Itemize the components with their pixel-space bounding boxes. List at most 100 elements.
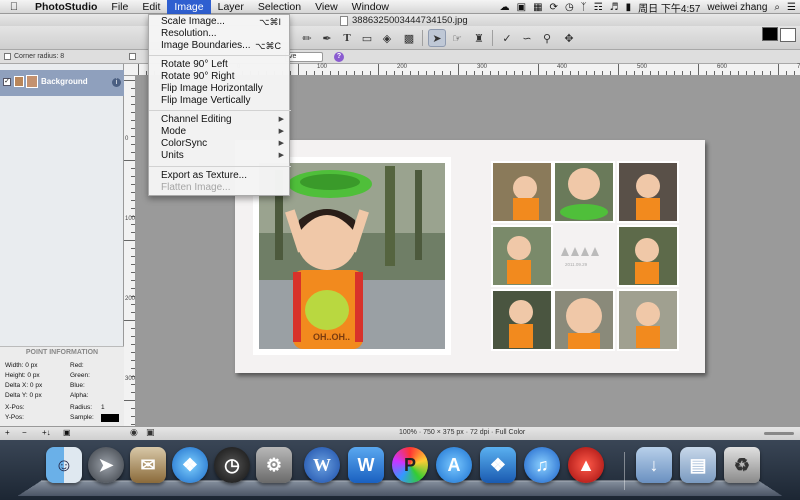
document-icon bbox=[340, 15, 348, 26]
zoom-tool-icon[interactable]: ⚲ bbox=[538, 29, 556, 47]
antialias-checkbox[interactable] bbox=[129, 53, 136, 60]
ruler-tick bbox=[538, 64, 539, 75]
eye-icon[interactable]: ◉ bbox=[130, 428, 138, 438]
sample-color-swatch bbox=[101, 414, 119, 422]
app-store-icon[interactable]: A bbox=[436, 447, 472, 483]
point-info-title: POINT INFORMATION bbox=[25, 349, 99, 356]
documents-icon[interactable]: ▤ bbox=[680, 447, 716, 483]
volume-icon[interactable]: ♬ bbox=[610, 2, 619, 13]
layer-row-background[interactable]: ✓ Background i bbox=[0, 70, 124, 96]
mail-icon[interactable]: ✉ bbox=[130, 447, 166, 483]
ruler-tick bbox=[131, 304, 135, 305]
menu-item-flip-horizontal[interactable]: Flip Image Horizontally bbox=[149, 83, 291, 95]
corner-radius-label: Corner radius: 8 bbox=[14, 53, 65, 60]
menu-view[interactable]: View bbox=[308, 0, 345, 14]
ruler-tick bbox=[618, 64, 619, 75]
ruler-tick bbox=[626, 71, 627, 75]
ruler-tick bbox=[131, 408, 135, 409]
view-mode-icon[interactable]: ▣ bbox=[146, 428, 155, 438]
menu-item-units[interactable]: Units ▶ bbox=[149, 150, 291, 162]
menu-item-resolution[interactable]: Resolution... bbox=[149, 28, 291, 40]
arrow-tool-icon[interactable]: ➤ bbox=[428, 29, 446, 47]
dashboard-icon[interactable]: ◷ bbox=[214, 447, 250, 483]
ruler-tick bbox=[474, 71, 475, 75]
layer-visibility-checkbox[interactable]: ✓ bbox=[3, 78, 11, 86]
ruler-tick bbox=[131, 424, 135, 425]
menu-item-scale-image[interactable]: Scale Image... ⌥⌘I bbox=[149, 16, 291, 28]
menu-item-channel-editing[interactable]: Channel Editing ▶ bbox=[149, 114, 291, 126]
menu-window[interactable]: Window bbox=[345, 0, 396, 14]
background-color-swatch[interactable] bbox=[780, 28, 796, 42]
dropbox-icon[interactable]: ❖ bbox=[480, 447, 516, 483]
help-icon[interactable]: ? bbox=[334, 52, 344, 62]
sync-icon[interactable]: ⟳ bbox=[550, 2, 558, 13]
apple-menu-icon[interactable]:  bbox=[0, 1, 28, 13]
menu-app[interactable]: PhotoStudio bbox=[28, 0, 104, 14]
user-name[interactable]: weiwei zhang bbox=[707, 2, 767, 13]
downloads-icon[interactable]: ↓ bbox=[636, 447, 672, 483]
menu-edit[interactable]: Edit bbox=[135, 0, 167, 14]
add-layer-icon[interactable]: + bbox=[5, 428, 10, 437]
menu-layer[interactable]: Layer bbox=[211, 0, 251, 14]
text-tool-icon[interactable]: T bbox=[338, 29, 356, 47]
trash-icon[interactable]: ♻ bbox=[724, 447, 760, 483]
toolbar-divider bbox=[422, 30, 423, 46]
ruler-tick bbox=[794, 71, 795, 75]
menu-file[interactable]: File bbox=[104, 0, 135, 14]
photostudio-icon[interactable]: P bbox=[392, 447, 428, 483]
safari-icon[interactable]: ❖ bbox=[172, 447, 208, 483]
wifi-icon[interactable]: ☶ bbox=[594, 2, 603, 13]
remove-layer-icon[interactable]: − bbox=[22, 428, 27, 437]
menu-item-rotate-right[interactable]: Rotate 90° Right bbox=[149, 71, 291, 83]
image-info: 100% · 750 × 375 px · 72 dpi · Full Colo… bbox=[399, 429, 526, 436]
menu-item-colorsync[interactable]: ColorSync ▶ bbox=[149, 138, 291, 150]
zoom-slider[interactable] bbox=[764, 432, 794, 435]
stamp-tool-icon[interactable]: ♜ bbox=[470, 29, 488, 47]
menu-item-mode[interactable]: Mode ▶ bbox=[149, 126, 291, 138]
grid-icon[interactable]: ▦ bbox=[533, 2, 542, 13]
move-tool-icon[interactable]: ✥ bbox=[560, 29, 578, 47]
bucket-tool-icon[interactable]: ◈ bbox=[378, 29, 396, 47]
menu-item-flatten-image: Flatten Image... bbox=[149, 182, 291, 194]
layer-info-icon[interactable]: i bbox=[112, 78, 121, 87]
duplicate-layer-icon[interactable]: +↓ bbox=[42, 428, 51, 437]
menu-item-flip-vertical[interactable]: Flip Image Vertically bbox=[149, 95, 291, 107]
menu-selection[interactable]: Selection bbox=[251, 0, 308, 14]
ruler-tick bbox=[124, 160, 135, 161]
ruler-tick bbox=[131, 368, 135, 369]
bluetooth-icon[interactable]: ᛉ bbox=[581, 2, 587, 13]
brush-tool-icon[interactable]: ✒ bbox=[318, 29, 336, 47]
word-icon[interactable]: W bbox=[304, 447, 340, 483]
menu-item-export-texture[interactable]: Export as Texture... bbox=[149, 170, 291, 182]
system-preferences-icon[interactable]: ⚙ bbox=[256, 447, 292, 483]
menu-item-image-boundaries[interactable]: Image Boundaries... ⌥⌘C bbox=[149, 40, 291, 52]
foreground-color-swatch[interactable] bbox=[762, 27, 778, 41]
gradient-tool-icon[interactable]: ▩ bbox=[400, 29, 418, 47]
acrobat-icon[interactable]: ▲ bbox=[568, 447, 604, 483]
eraser-tool-icon[interactable]: ▭ bbox=[358, 29, 376, 47]
point-blue: Blue: bbox=[70, 382, 85, 389]
hand-select-tool-icon[interactable]: ☞ bbox=[448, 29, 466, 47]
ruler-tick bbox=[131, 272, 135, 273]
smudge-tool-icon[interactable]: ∽ bbox=[518, 29, 536, 47]
spotlight-icon[interactable]: ⌕ bbox=[774, 2, 780, 13]
menu-item-rotate-left[interactable]: Rotate 90° Left bbox=[149, 59, 291, 71]
list-icon[interactable]: ☰ bbox=[787, 2, 796, 13]
timemachine-icon[interactable]: ◷ bbox=[565, 2, 574, 13]
layer-image-icon[interactable]: ▣ bbox=[63, 428, 71, 437]
document-image[interactable]: OH..OH.. 2011.09.29 bbox=[235, 140, 705, 373]
ruler-tick bbox=[706, 71, 707, 75]
clock[interactable]: 周日 下午4:57 bbox=[638, 0, 700, 15]
eyedropper-tool-icon[interactable]: ✓ bbox=[498, 29, 516, 47]
battery-icon[interactable]: ▮ bbox=[626, 2, 632, 13]
pencil-tool-icon[interactable]: ✏ bbox=[298, 29, 316, 47]
wps-icon[interactable]: W bbox=[348, 447, 384, 483]
cloud-icon[interactable]: ☁ bbox=[500, 2, 510, 13]
menu-image[interactable]: Image bbox=[167, 0, 211, 14]
finder-icon[interactable]: ☺ bbox=[46, 447, 82, 483]
launchpad-icon[interactable]: ➤ bbox=[88, 447, 124, 483]
corner-radius-checkbox[interactable] bbox=[4, 53, 11, 60]
ruler-tick bbox=[131, 232, 135, 233]
window-icon[interactable]: ▣ bbox=[517, 2, 526, 13]
itunes-icon[interactable]: ♫ bbox=[524, 447, 560, 483]
